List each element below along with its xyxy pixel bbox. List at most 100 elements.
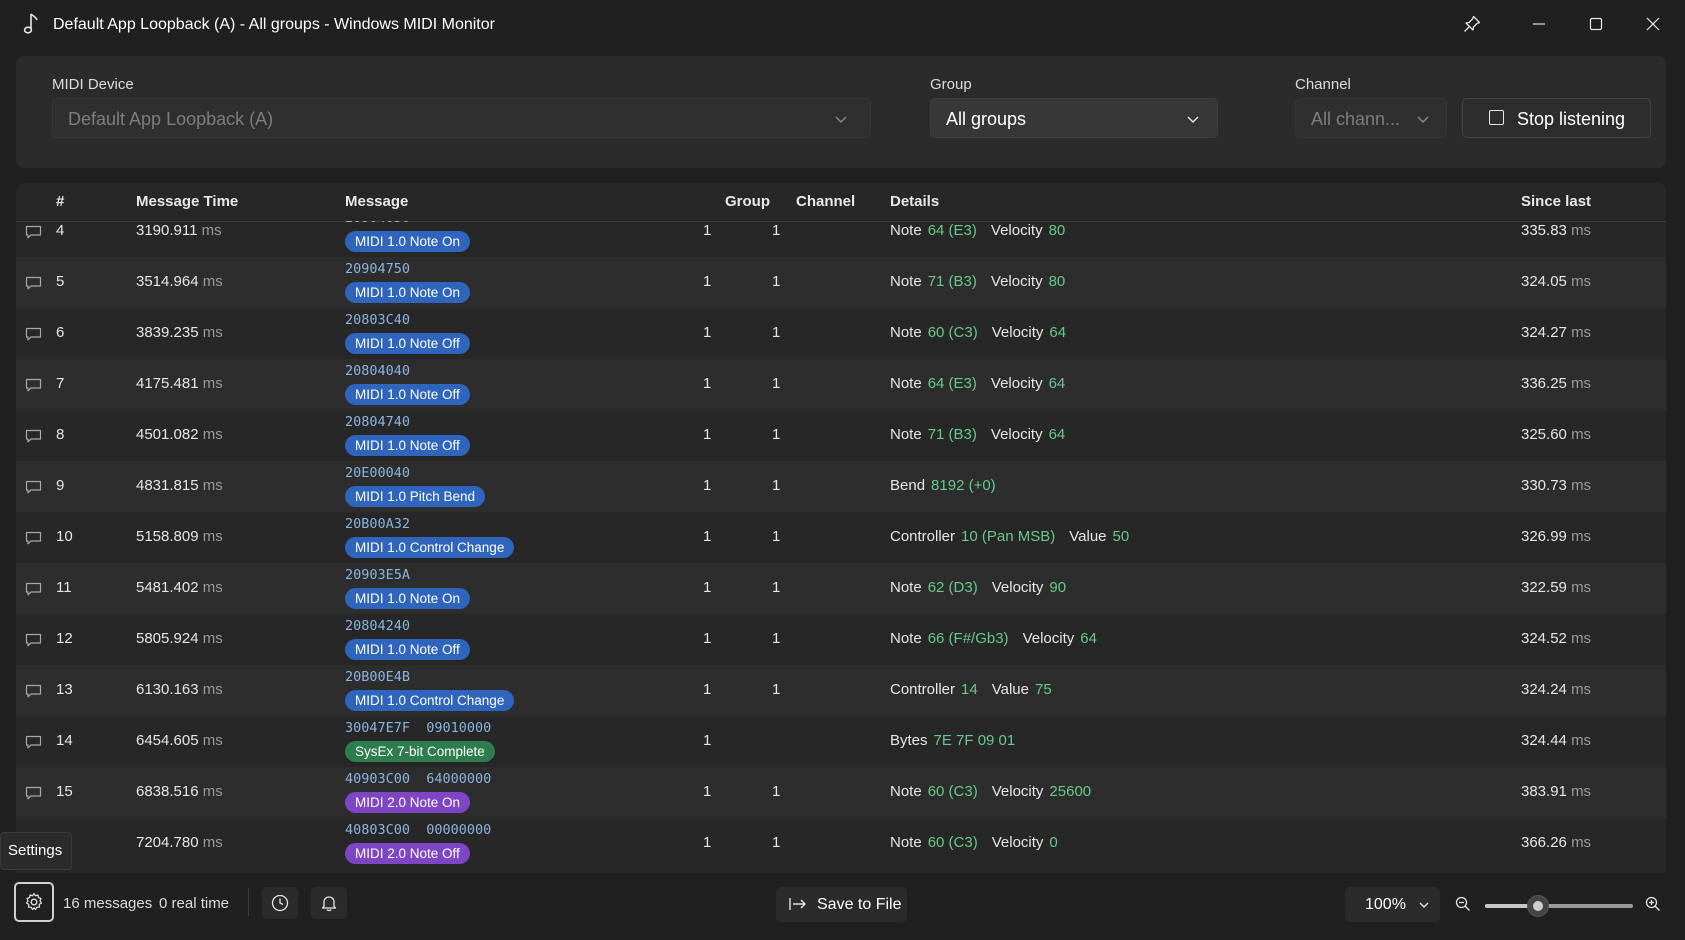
notifications-button[interactable] — [311, 887, 347, 919]
row-index: 11 — [56, 579, 72, 596]
column-header-channel[interactable]: Channel — [796, 193, 855, 210]
maximize-button[interactable] — [1578, 8, 1614, 40]
detail-value: 64 — [1049, 324, 1067, 341]
message-type-badge: MIDI 1.0 Note On — [345, 231, 471, 252]
message-time-unit: ms — [202, 681, 223, 698]
detail-value: 50 — [1112, 528, 1130, 545]
detail-key: Velocity — [991, 783, 1044, 800]
message-time-unit: ms — [202, 732, 223, 749]
midi-device-dropdown[interactable]: Default App Loopback (A) — [52, 98, 871, 138]
since-last: 324.05 ms — [1521, 273, 1591, 290]
message-hex: 20803C40 — [345, 312, 411, 328]
row-index: 15 — [56, 783, 73, 800]
comment-icon[interactable] — [25, 786, 42, 800]
detail-value: 71 (B3) — [927, 273, 977, 290]
comment-icon[interactable] — [25, 429, 42, 443]
table-row[interactable]: 9 4831.815 ms 20E00040 MIDI 1.0 Pitch Bend 1… — [16, 461, 1666, 512]
message-hex: 20904750 — [345, 261, 411, 277]
channel-value: 1 — [772, 834, 781, 851]
group-value: 1 — [703, 324, 712, 341]
message-time: 6838.516 ms — [136, 783, 223, 800]
minimize-icon — [1533, 23, 1545, 25]
comment-icon[interactable] — [25, 582, 42, 596]
message-time-unit: ms — [201, 222, 222, 239]
save-to-file-label: Save to File — [817, 896, 902, 913]
since-last-value: 383.91 — [1521, 783, 1567, 800]
message-type-badge: MIDI 1.0 Control Change — [345, 690, 515, 711]
table-row[interactable]: 8 4501.082 ms 20804740 MIDI 1.0 Note Off 1 1 N… — [16, 410, 1666, 461]
since-last: 335.83 ms — [1521, 222, 1591, 239]
message-time-value: 6454.605 — [136, 732, 199, 749]
channel-value: 1 — [772, 426, 781, 443]
comment-icon[interactable] — [25, 684, 42, 698]
table-row[interactable]: 15 6838.516 ms 40903C00 64000000 MIDI 2.0 N… — [16, 767, 1666, 818]
chevron-down-icon — [1417, 116, 1429, 123]
comment-icon[interactable] — [25, 633, 42, 647]
table-row[interactable]: 12 5805.924 ms 20804240 MIDI 1.0 Note Off 1 1… — [16, 614, 1666, 665]
pin-button[interactable] — [1454, 8, 1490, 40]
channel-label: Channel — [1295, 76, 1351, 93]
close-button[interactable] — [1635, 8, 1671, 40]
message-time-unit: ms — [202, 579, 223, 596]
row-index: 13 — [56, 681, 73, 698]
message-time-unit: ms — [202, 426, 223, 443]
comment-icon[interactable] — [25, 276, 42, 290]
table-row[interactable]: 5 3514.964 ms 20904750 MIDI 1.0 Note On 1 1 No… — [16, 257, 1666, 308]
column-header-details[interactable]: Details — [890, 193, 939, 210]
row-index: 6 — [56, 324, 65, 341]
details: Note 60 (C3) Velocity 64 — [890, 324, 1080, 341]
message-count: 16 messages — [63, 895, 153, 912]
message-time-value: 5481.402 — [136, 579, 199, 596]
group-value: 1 — [703, 477, 712, 494]
column-header-message[interactable]: Message — [345, 193, 408, 210]
group-value: 1 — [703, 783, 712, 800]
message-time-unit: ms — [202, 630, 223, 647]
comment-icon[interactable] — [25, 480, 42, 494]
table-row[interactable]: 13 6130.163 ms 20B00E4B MIDI 1.0 Control Ch… — [16, 665, 1666, 716]
message-time: 4831.815 ms — [136, 477, 223, 494]
message-time-unit: ms — [202, 783, 223, 800]
zoom-in-icon[interactable] — [1645, 896, 1661, 912]
history-button[interactable] — [262, 887, 298, 919]
zoom-slider-thumb[interactable] — [1527, 895, 1550, 917]
table-row[interactable]: 14 6454.605 ms 30047E7F 09010000 SysEx 7-bi… — [16, 716, 1666, 767]
row-index: 8 — [56, 426, 65, 443]
comment-icon[interactable] — [25, 378, 42, 392]
channel-value: 1 — [772, 222, 781, 239]
since-last: 325.60 ms — [1521, 426, 1591, 443]
details: Note 60 (C3) Velocity 0 — [890, 834, 1072, 851]
since-last: 383.91 ms — [1521, 783, 1591, 800]
column-header-time[interactable]: Message Time — [136, 193, 238, 210]
table-row[interactable]: 11 5481.402 ms 20903E5A MIDI 1.0 Note On 1 1 N… — [16, 563, 1666, 614]
group-dropdown[interactable]: All groups — [930, 98, 1218, 138]
settings-button[interactable] — [14, 882, 54, 922]
comment-icon[interactable] — [25, 327, 42, 341]
since-last-value: 324.27 — [1521, 324, 1567, 341]
save-to-file-button[interactable]: Save to File — [776, 887, 907, 922]
group-value: 1 — [703, 732, 712, 749]
column-header-since-last[interactable]: Since last — [1521, 193, 1591, 210]
detail-value: 90 — [1049, 579, 1067, 596]
channel-value: 1 — [772, 579, 781, 596]
zoom-value: 100% — [1365, 896, 1406, 913]
details: Note 71 (B3) Velocity 80 — [890, 273, 1079, 290]
comment-icon[interactable] — [25, 225, 42, 239]
table-row[interactable]: 7 4175.481 ms 20804040 MIDI 1.0 Note Off 1 1 N… — [16, 359, 1666, 410]
table-row[interactable]: 7204.780 ms 40803C00 00000000 MIDI 2.0 Not… — [16, 818, 1666, 869]
message-hex: 20804740 — [345, 414, 411, 430]
comment-icon[interactable] — [25, 735, 42, 749]
comment-icon[interactable] — [25, 531, 42, 545]
column-header-group[interactable]: Group — [725, 193, 770, 210]
column-header-index[interactable]: # — [56, 193, 64, 210]
channel-dropdown[interactable]: All chann... — [1295, 98, 1447, 138]
chevron-down-icon — [1419, 902, 1429, 908]
table-row[interactable]: 6 3839.235 ms 20803C40 MIDI 1.0 Note Off 1 1 N… — [16, 308, 1666, 359]
zoom-dropdown[interactable]: 100% — [1345, 887, 1440, 922]
zoom-out-icon[interactable] — [1455, 896, 1471, 912]
table-row[interactable]: 10 5158.809 ms 20B00A32 MIDI 1.0 Control Ch… — [16, 512, 1666, 563]
since-last: 336.25 ms — [1521, 375, 1591, 392]
stop-listening-button[interactable]: Stop listening — [1462, 98, 1651, 138]
details: Note 64 (E3) Velocity 64 — [890, 375, 1079, 392]
minimize-button[interactable] — [1521, 8, 1557, 40]
table-row[interactable]: 4 3190.911 ms 20904050 MIDI 1.0 Note On 1 1 No… — [16, 221, 1666, 257]
